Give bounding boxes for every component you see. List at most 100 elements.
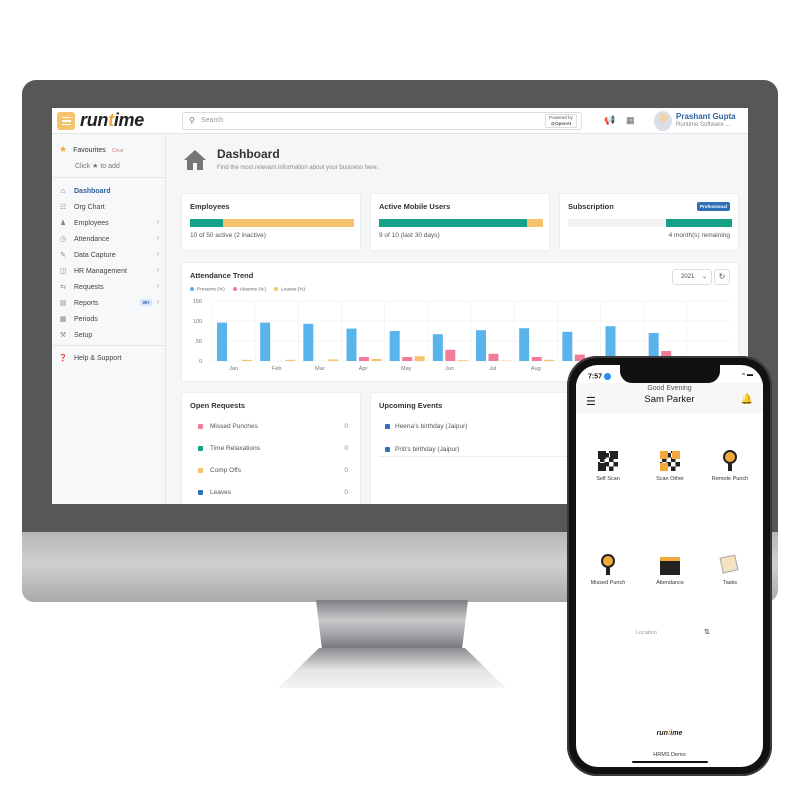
sidebar-item-requests[interactable]: ⇆ Requests ›: [52, 279, 166, 295]
sidebar-item-org-chart[interactable]: ☷ Org Chart: [52, 199, 166, 215]
event-row[interactable]: Heena's birthday (Jaipur): [385, 423, 467, 430]
chart-legend: Presents (%) Absents (%) Leaves (%): [190, 287, 305, 292]
battery-icon: ▬: [747, 372, 753, 378]
bar-presents: [476, 330, 486, 361]
tile-attendance[interactable]: Attendance: [640, 553, 700, 586]
tile-self-scan[interactable]: Self Scan: [578, 449, 638, 482]
tile-remote-punch[interactable]: Remote Punch: [700, 449, 760, 482]
search-icon: ⚲: [189, 116, 195, 125]
subscription-summary: 4 month(s) remaining: [668, 232, 730, 239]
chevron-right-icon: ›: [156, 235, 159, 242]
employees-card-title: Employees: [190, 202, 230, 211]
bar-absents: [445, 349, 456, 361]
home-indicator[interactable]: [632, 761, 708, 763]
tile-tasks[interactable]: Tasks: [700, 553, 760, 586]
stage: runtime ⚲ Search Powered by @OpenAI 📢 ▦ P…: [0, 0, 800, 800]
x-tick-label: Feb: [272, 366, 281, 372]
help-icon: ❓: [58, 355, 68, 362]
employees-progress-bar: [190, 219, 354, 227]
legend-absents[interactable]: Absents (%): [232, 287, 266, 292]
location-refresh-icon[interactable]: ⇅: [704, 628, 710, 636]
location-services-icon: [604, 373, 612, 380]
y-tick-label: 150: [193, 299, 202, 305]
sidebar-divider: [52, 345, 166, 346]
mobile-users-progress-fill: [379, 219, 527, 227]
legend-presents[interactable]: Presents (%): [190, 287, 225, 292]
tile-scan-other[interactable]: Scan Other: [640, 449, 700, 482]
leaves-swatch: [198, 490, 203, 495]
calendar-icon: ▦: [59, 316, 67, 323]
user-name[interactable]: Prashant Gupta: [676, 112, 736, 121]
bar-presents: [217, 322, 227, 361]
sidebar-item-data-capture[interactable]: ✎ Data Capture ›: [52, 247, 166, 263]
event-swatch: [385, 424, 390, 429]
apps-grid-icon[interactable]: ▦: [626, 115, 635, 126]
sidebar-item-dashboard[interactable]: ⌂ Dashboard: [52, 183, 166, 199]
location-pin-clock-icon: [718, 449, 742, 473]
sidebar-item-reports[interactable]: ▤ Reports 30+ ›: [52, 295, 166, 311]
menu-toggle-button[interactable]: [57, 112, 75, 130]
clear-favourites-link[interactable]: Clear: [112, 148, 124, 154]
request-row-time-relaxations[interactable]: Time Relaxations 0: [198, 445, 348, 452]
qr-code-orange-icon: [658, 449, 682, 473]
sidebar-item-periods[interactable]: ▦ Periods: [52, 311, 166, 327]
page-subtitle: Find the most relevant information about…: [217, 165, 379, 171]
bar-leaves: [242, 359, 252, 361]
mobile-status-time: 7:57: [588, 373, 612, 380]
user-avatar[interactable]: [654, 111, 672, 131]
request-row-missed-punches[interactable]: Missed Punches 0: [198, 423, 348, 430]
announcement-icon[interactable]: 📢: [604, 115, 615, 126]
subscription-card-title: Subscription: [568, 202, 614, 211]
x-tick-label: Aug: [531, 366, 541, 372]
search-input[interactable]: ⚲ Search Powered by @OpenAI: [182, 112, 582, 130]
request-row-leaves[interactable]: Leaves 0: [198, 489, 348, 496]
bar-presents: [260, 322, 271, 361]
bar-presents: [432, 334, 443, 361]
monitor-stand-foot: [278, 648, 506, 688]
bar-leaves: [414, 356, 425, 361]
app-logo[interactable]: runtime: [80, 110, 144, 131]
request-row-comp-offs[interactable]: Comp Offs 0: [198, 467, 348, 474]
mobile-user-name: Sam Parker: [644, 394, 695, 405]
bar-leaves: [457, 360, 468, 361]
notification-bell-icon[interactable]: 🔔: [741, 394, 753, 405]
sidebar-item-hr-management[interactable]: ◫ HR Management ›: [52, 263, 166, 279]
employees-card[interactable]: Employees 10 of 50 active (2 inactive): [181, 193, 361, 251]
exchange-icon: ⇆: [60, 284, 66, 291]
year-select[interactable]: 2021 ⌄: [672, 269, 712, 285]
mobile-users-card[interactable]: Active Mobile Users 9 of 10 (last 30 day…: [370, 193, 550, 251]
event-swatch: [385, 447, 390, 452]
bar-presents: [346, 328, 357, 361]
star-icon: ★: [59, 144, 68, 154]
refresh-icon: ↻: [718, 272, 726, 281]
missed-punches-swatch: [198, 424, 203, 429]
comp-offs-swatch: [198, 468, 203, 473]
employees-progress-fill: [190, 219, 223, 227]
tile-missed-punch[interactable]: Missed Punch: [578, 553, 638, 586]
sidebar-item-attendance[interactable]: ◷ Attendance ›: [52, 231, 166, 247]
chevron-right-icon: ›: [156, 219, 159, 226]
org-chart-icon: ☷: [59, 204, 67, 211]
sidebar: ★ Favourites Clear Click ★ to add ⌂ Dashboa…: [52, 135, 166, 504]
search-placeholder: Search: [201, 117, 224, 124]
refresh-button[interactable]: ↻: [714, 269, 730, 285]
chevron-right-icon: ›: [156, 299, 159, 306]
sidebar-nav: ⌂ Dashboard ☷ Org Chart ♟ Employees › ◷ Atten…: [52, 183, 166, 366]
chevron-right-icon: ›: [156, 283, 159, 290]
x-tick-label: Jun: [445, 366, 454, 372]
subscription-card[interactable]: Subscription Professional 4 month(s) rem…: [559, 193, 739, 251]
bar-absents: [531, 357, 542, 361]
open-requests-title: Open Requests: [190, 401, 246, 410]
y-tick-label: 50: [196, 339, 202, 345]
bar-absents: [402, 357, 413, 361]
event-row[interactable]: Priti's birthday (Jaipur): [385, 446, 459, 453]
x-tick-label: Jul: [489, 366, 496, 372]
tasks-pencil-icon: [718, 553, 742, 577]
sidebar-item-employees[interactable]: ♟ Employees ›: [52, 215, 166, 231]
sidebar-item-help-support[interactable]: ❓ Help & Support: [52, 350, 166, 366]
sidebar-item-setup[interactable]: ⚒ Setup: [52, 327, 166, 343]
bar-absents: [488, 353, 499, 361]
legend-leaves[interactable]: Leaves (%): [273, 287, 305, 292]
monitor-stand-neck: [316, 600, 468, 650]
briefcase-icon: ◫: [59, 268, 67, 275]
